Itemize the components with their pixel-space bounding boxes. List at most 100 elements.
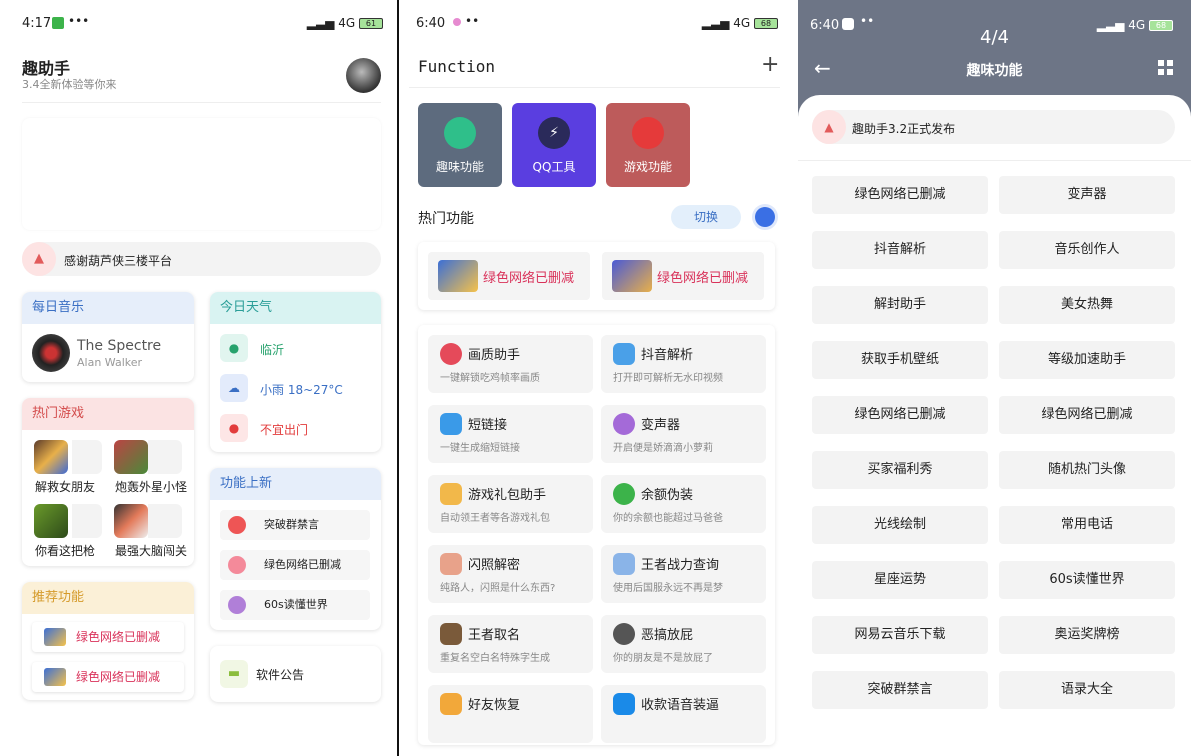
category-fun[interactable]: 趣味功能 bbox=[418, 103, 502, 187]
toggle-dot[interactable] bbox=[755, 207, 775, 227]
notice-text: 感谢葫芦侠三楼平台 bbox=[64, 254, 173, 268]
notice-text: 趣助手3.2正式发布 bbox=[852, 122, 956, 136]
feature-item[interactable]: 恶搞放屁 你的朋友是不是放屁了 bbox=[601, 615, 766, 673]
eggplant-icon bbox=[228, 596, 246, 614]
illustration-icon bbox=[44, 628, 66, 646]
category-label: 趣味功能 bbox=[435, 160, 484, 174]
category-game[interactable]: 游戏功能 bbox=[606, 103, 690, 187]
status-dots: •• bbox=[465, 14, 480, 28]
robot-illustration-icon bbox=[612, 260, 652, 292]
landscape-icon bbox=[613, 553, 635, 575]
feature-item[interactable]: 王者战力查询 使用后国服永远不再是梦 bbox=[601, 545, 766, 603]
feature-button[interactable]: 奥运奖牌榜 bbox=[999, 616, 1175, 654]
feature-item[interactable]: 抖音解析 打开即可解析无水印视频 bbox=[601, 335, 766, 393]
feature-button[interactable]: 绿色网络已删减 bbox=[812, 396, 988, 434]
feature-button[interactable]: 获取手机壁纸 bbox=[812, 341, 988, 379]
banner-area[interactable] bbox=[22, 118, 381, 230]
game-icon bbox=[34, 440, 68, 474]
feature-button[interactable]: 绿色网络已删减 bbox=[999, 396, 1175, 434]
game-item[interactable]: 炮轰外星小怪 bbox=[110, 438, 190, 498]
game-item[interactable]: 解救女朋友 bbox=[26, 438, 102, 498]
game-bg bbox=[72, 504, 102, 538]
switch-button[interactable]: 切换 bbox=[671, 205, 741, 229]
banner-item[interactable]: 绿色网络已删减 bbox=[602, 252, 764, 300]
game-bg bbox=[148, 440, 182, 474]
feature-button[interactable]: 买家福利秀 bbox=[812, 451, 988, 489]
notice-bar[interactable]: ▲ 趣助手3.2正式发布 bbox=[812, 110, 1175, 144]
status-right: ▂▃▅ 4G 68 bbox=[702, 16, 778, 30]
feature-item[interactable]: 画质助手 一键解锁吃鸡帧率画质 bbox=[428, 335, 593, 393]
android-icon: ▬ bbox=[220, 660, 248, 688]
recommend-item[interactable]: 绿色网络已删减 bbox=[32, 622, 184, 652]
feature-button[interactable]: 网易云音乐下载 bbox=[812, 616, 988, 654]
feature-title: 王者取名 bbox=[468, 628, 521, 643]
feature-button[interactable]: 解封助手 bbox=[812, 286, 988, 324]
game-bg bbox=[72, 440, 102, 474]
recommend-card[interactable]: 推荐功能 绿色网络已删减 绿色网络已删减 bbox=[22, 582, 194, 700]
balloon-icon bbox=[228, 516, 246, 534]
game-item[interactable]: 最强大脑闯关 bbox=[110, 502, 190, 562]
avatar[interactable] bbox=[346, 58, 381, 93]
balloon-icon bbox=[440, 343, 462, 365]
wechat-icon bbox=[52, 17, 64, 29]
weather-condition: 小雨 18~27°C bbox=[260, 383, 343, 397]
feature-item[interactable]: 闪照解密 纯路人，闪照是什么东西? bbox=[428, 545, 593, 603]
notice-bar[interactable]: ▲ 感谢葫芦侠三楼平台 bbox=[22, 242, 381, 276]
game-item[interactable]: 你看这把枪 bbox=[26, 502, 102, 562]
add-button[interactable]: + bbox=[761, 52, 779, 77]
feature-title: 短链接 bbox=[468, 418, 508, 433]
feature-item[interactable]: 余额伪装 你的余额也能超过马爸爸 bbox=[601, 475, 766, 533]
feature-desc: 使用后国服永远不再是梦 bbox=[613, 583, 723, 594]
feature-button[interactable]: 随机热门头像 bbox=[999, 451, 1175, 489]
feature-button[interactable]: 变声器 bbox=[999, 176, 1175, 214]
feature-button[interactable]: 星座运势 bbox=[812, 561, 988, 599]
new-feature-item[interactable]: 绿色网络已删减 bbox=[220, 550, 370, 580]
feature-desc: 自动领王者等各游戏礼包 bbox=[440, 513, 550, 524]
feature-item[interactable]: 好友恢复 bbox=[428, 685, 593, 743]
feature-button[interactable]: 等级加速助手 bbox=[999, 341, 1175, 379]
feature-button[interactable]: 音乐创作人 bbox=[999, 231, 1175, 269]
feature-button[interactable]: 绿色网络已删减 bbox=[812, 176, 988, 214]
status-time: 4:17 bbox=[22, 16, 52, 31]
feature-title: 抖音解析 bbox=[641, 348, 694, 363]
feature-item[interactable]: 收款语音装逼 bbox=[601, 685, 766, 743]
category-qq[interactable]: ⚡ QQ工具 bbox=[512, 103, 596, 187]
music-card[interactable]: 每日音乐 The Spectre Alan Walker bbox=[22, 292, 194, 382]
new-feature-item[interactable]: 突破群禁言 bbox=[220, 510, 370, 540]
feature-item[interactable]: 短链接 一键生成缩短链接 bbox=[428, 405, 593, 463]
content-panel: ▲ 趣助手3.2正式发布 绿色网络已删减 变声器 抖音解析 音乐创作人 解封助手 美女热舞… bbox=[798, 95, 1191, 756]
feature-desc: 你的余额也能超过马爸爸 bbox=[613, 513, 723, 524]
weather-header: 今日天气 bbox=[210, 292, 381, 324]
banner-panel: 绿色网络已删减 绿色网络已删减 bbox=[418, 242, 775, 310]
hot-label: 热门功能 bbox=[418, 211, 474, 227]
feature-button[interactable]: 美女热舞 bbox=[999, 286, 1175, 324]
feature-button[interactable]: 60s读懂世界 bbox=[999, 561, 1175, 599]
game-icon bbox=[114, 504, 148, 538]
announcement-card[interactable]: ▬ 软件公告 bbox=[210, 646, 381, 702]
grid-menu-icon[interactable] bbox=[1158, 60, 1173, 75]
status-time: 6:40 bbox=[416, 16, 446, 31]
recommend-item[interactable]: 绿色网络已删减 bbox=[32, 662, 184, 692]
games-card[interactable]: 热门游戏 解救女朋友 炮轰外星小怪 你看这把枪 最强大脑闯关 bbox=[22, 398, 194, 566]
feature-button[interactable]: 光线绘制 bbox=[812, 506, 988, 544]
banner-item[interactable]: 绿色网络已删减 bbox=[428, 252, 590, 300]
feature-title: 收款语音装逼 bbox=[641, 698, 720, 713]
feature-item[interactable]: 游戏礼包助手 自动领王者等各游戏礼包 bbox=[428, 475, 593, 533]
feature-button[interactable]: 语录大全 bbox=[999, 671, 1175, 709]
feature-button[interactable]: 抖音解析 bbox=[812, 231, 988, 269]
video-icon bbox=[613, 343, 635, 365]
chat-bubble-icon bbox=[613, 483, 635, 505]
network-type: 4G bbox=[733, 16, 751, 30]
feature-button[interactable]: 突破群禁言 bbox=[812, 671, 988, 709]
eggplant-icon bbox=[613, 413, 635, 435]
text-cursor-icon bbox=[440, 623, 462, 645]
weather-card[interactable]: 今日天气 ● 临沂 ☁ 小雨 18~27°C ● 不宜出门 bbox=[210, 292, 381, 452]
page-indicator: 4/4 bbox=[980, 27, 1009, 48]
feature-item[interactable]: 王者取名 重复名空白名特殊字生成 bbox=[428, 615, 593, 673]
new-feature-item[interactable]: 60s读懂世界 bbox=[220, 590, 370, 620]
new-features-card[interactable]: 功能上新 突破群禁言 绿色网络已删减 60s读懂世界 bbox=[210, 468, 381, 630]
feature-button[interactable]: 常用电话 bbox=[999, 506, 1175, 544]
bell-icon: ▲ bbox=[812, 110, 846, 144]
game-icon bbox=[34, 504, 68, 538]
feature-item[interactable]: 变声器 开启便是娇滴滴小萝莉 bbox=[601, 405, 766, 463]
